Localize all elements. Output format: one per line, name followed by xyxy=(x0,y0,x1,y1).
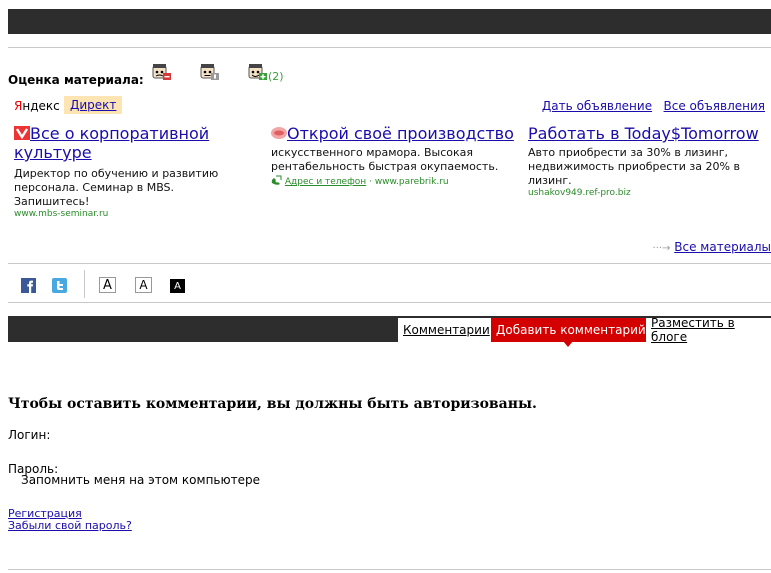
ad-item: Открой своё производство искусственного … xyxy=(271,124,516,187)
ad-url[interactable]: www.mbs-seminar.ru xyxy=(14,209,244,219)
rate-neutral-button[interactable] xyxy=(198,63,220,87)
ad-contact-row: Адрес и телефон · www.parebrik.ru xyxy=(271,175,516,187)
ad-url[interactable]: ushakov949.ref-pro.biz xyxy=(528,188,763,198)
font-size-medium-button[interactable]: A xyxy=(135,277,152,293)
positive-count: (2) xyxy=(268,70,284,83)
remember-me-label[interactable]: Запомнить меня на этом компьютере xyxy=(21,473,260,487)
phone-icon xyxy=(271,175,282,185)
auth-required-title: Чтобы оставить комментарии, вы должны бы… xyxy=(8,396,537,412)
active-tab-pointer-icon xyxy=(563,341,573,347)
divider xyxy=(8,569,771,570)
ad-text: Директор по обучению и развитию персонал… xyxy=(14,167,219,208)
rating-label: Оценка материала: xyxy=(8,73,144,87)
angry-face-icon xyxy=(152,64,171,80)
tab-add-comment[interactable]: Добавить комментарий xyxy=(491,318,651,342)
ad-top-links: Дать объявление Все объявления xyxy=(542,99,765,113)
ad-favicon-icon xyxy=(14,126,30,140)
ad-text: искусственного мрамора. Высокая рентабел… xyxy=(271,146,499,173)
top-bar xyxy=(8,9,771,34)
twitter-icon xyxy=(52,278,67,293)
ad-title[interactable]: Все о корпоративной культуре xyxy=(14,124,244,162)
facebook-share-button[interactable] xyxy=(21,278,36,297)
place-ad-link[interactable]: Дать объявление xyxy=(542,99,652,113)
twitter-share-button[interactable] xyxy=(52,278,67,297)
tab-post-to-blog[interactable]: Разместить в блоге xyxy=(646,316,771,344)
forgot-password-link[interactable]: Забыли свой пароль? xyxy=(8,520,132,532)
divider xyxy=(8,47,771,48)
facebook-icon xyxy=(21,278,36,293)
neutral-face-icon xyxy=(200,64,219,80)
rate-negative-button[interactable] xyxy=(150,63,172,87)
ad-item: Работать в Today$Tomorrow Авто приобрест… xyxy=(528,124,763,198)
ad-url[interactable]: www.parebrik.ru xyxy=(375,177,449,187)
arrow-icon: ···→ xyxy=(652,243,671,254)
all-ads-link[interactable]: Все объявления xyxy=(664,99,765,113)
ad-title[interactable]: Работать в Today$Tomorrow xyxy=(528,124,763,143)
tab-comments[interactable]: Комментарии xyxy=(398,318,495,342)
vertical-divider xyxy=(84,270,85,298)
login-label: Логин: xyxy=(8,428,51,442)
ad-title[interactable]: Открой своё производство xyxy=(271,124,516,143)
divider xyxy=(8,263,771,264)
rate-positive-button[interactable]: (2) xyxy=(246,63,284,83)
font-size-small-button[interactable]: A xyxy=(170,279,185,293)
ad-favicon-icon xyxy=(271,127,287,139)
ad-item: Все о корпоративной культуре Директор по… xyxy=(14,124,244,219)
direct-label[interactable]: Директ xyxy=(64,96,123,114)
auth-links: Регистрация Забыли свой пароль? xyxy=(8,508,132,532)
contact-link[interactable]: Адрес и телефон xyxy=(285,177,366,187)
font-size-large-button[interactable]: A xyxy=(99,277,116,293)
all-materials: ···→ Все материалы xyxy=(653,240,771,254)
divider xyxy=(8,302,771,303)
yandex-logo[interactable]: Яндекс xyxy=(14,99,60,113)
ad-text: Авто приобрести за 30% в лизинг, недвижи… xyxy=(528,146,740,187)
all-materials-link[interactable]: Все материалы xyxy=(674,240,771,254)
happy-face-icon xyxy=(248,64,267,80)
